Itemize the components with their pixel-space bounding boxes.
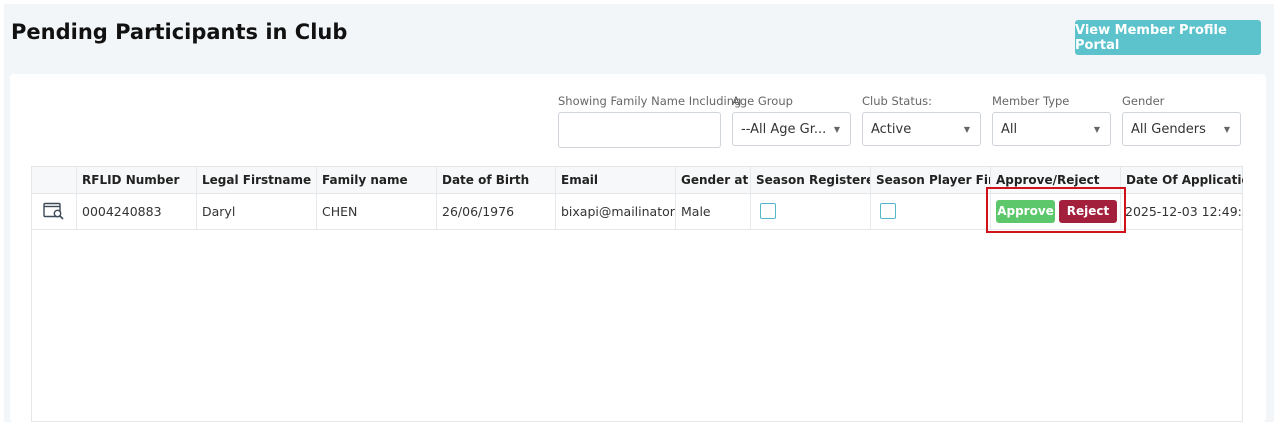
- column-header-view: [32, 167, 77, 193]
- column-header-season-registered[interactable]: Season Registered?: [751, 167, 871, 193]
- column-header-family-name[interactable]: Family name: [317, 167, 437, 193]
- column-header-firstname[interactable]: Legal Firstname: [197, 167, 317, 193]
- column-header-rflid[interactable]: RFLID Number: [77, 167, 197, 193]
- chevron-down-icon: ▼: [963, 124, 970, 134]
- view-member-profile-portal-button[interactable]: View Member Profile Portal: [1075, 20, 1261, 55]
- family-name-filter: Showing Family Name Including: [558, 94, 742, 148]
- family-name-cell: CHEN: [317, 193, 437, 229]
- page-background: Pending Participants in Club View Member…: [4, 4, 1274, 422]
- club-status-select[interactable]: Active ▼: [862, 112, 981, 146]
- age-group-filter: Age Group --All Age Gr... ▼: [732, 94, 851, 146]
- approve-button[interactable]: Approve: [996, 199, 1055, 223]
- reject-button[interactable]: Reject: [1059, 199, 1117, 223]
- season-registered-checkbox[interactable]: [760, 203, 776, 219]
- family-name-filter-label: Showing Family Name Including: [558, 94, 742, 108]
- chevron-down-icon: ▼: [1223, 124, 1230, 134]
- club-status-select-value: Active: [871, 121, 912, 137]
- gender-select-value: All Genders: [1131, 121, 1206, 137]
- view-details-icon[interactable]: [43, 202, 65, 220]
- chevron-down-icon: ▼: [1093, 124, 1100, 134]
- date-of-application-cell: 2025-12-03 12:49:30: [1125, 203, 1243, 219]
- email-cell: bixapi@mailinator....: [556, 193, 676, 229]
- season-player-final-cell: [871, 193, 991, 229]
- age-group-filter-label: Age Group: [732, 94, 793, 108]
- column-header-gender[interactable]: Gender at ...: [676, 167, 751, 193]
- season-player-final-checkbox[interactable]: [880, 203, 896, 219]
- family-name-input[interactable]: [558, 112, 721, 148]
- age-group-select[interactable]: --All Age Gr... ▼: [732, 112, 851, 146]
- club-status-filter: Club Status: Active ▼: [862, 94, 981, 146]
- approve-reject-cell: Approve Reject: [991, 193, 1121, 229]
- table-row[interactable]: 0004240883 Daryl CHEN 26/06/1976 bixapi@…: [32, 193, 1243, 230]
- page-title: Pending Participants in Club: [11, 20, 348, 44]
- member-type-select-value: All: [1001, 121, 1018, 137]
- table-header-row: RFLID Number Legal Firstname Family name…: [32, 167, 1243, 194]
- rflid-cell: 0004240883: [77, 193, 197, 229]
- season-registered-cell: [751, 193, 871, 229]
- gender-filter: Gender All Genders ▼: [1122, 94, 1241, 146]
- member-type-select[interactable]: All ▼: [992, 112, 1111, 146]
- column-header-approve-reject[interactable]: Approve/Reject: [991, 167, 1121, 193]
- view-details-cell[interactable]: [32, 193, 77, 229]
- club-status-filter-label: Club Status:: [862, 94, 932, 108]
- dob-cell: 26/06/1976: [437, 193, 556, 229]
- column-header-email[interactable]: Email: [556, 167, 676, 193]
- content-card: Showing Family Name Including Age Group …: [10, 74, 1266, 422]
- column-header-season-player-final[interactable]: Season Player Fina...: [871, 167, 991, 193]
- gender-filter-label: Gender: [1122, 94, 1165, 108]
- age-group-select-value: --All Age Gr...: [741, 121, 827, 137]
- gender-select[interactable]: All Genders ▼: [1122, 112, 1241, 146]
- column-header-dob[interactable]: Date of Birth: [437, 167, 556, 193]
- participants-table: RFLID Number Legal Firstname Family name…: [31, 166, 1243, 422]
- gender-cell: Male: [676, 193, 751, 229]
- firstname-cell: Daryl: [197, 193, 317, 229]
- member-type-filter-label: Member Type: [992, 94, 1070, 108]
- column-header-date-of-application[interactable]: Date Of Application: [1121, 167, 1243, 193]
- member-type-filter: Member Type All ▼: [992, 94, 1111, 146]
- chevron-down-icon: ▼: [833, 124, 840, 134]
